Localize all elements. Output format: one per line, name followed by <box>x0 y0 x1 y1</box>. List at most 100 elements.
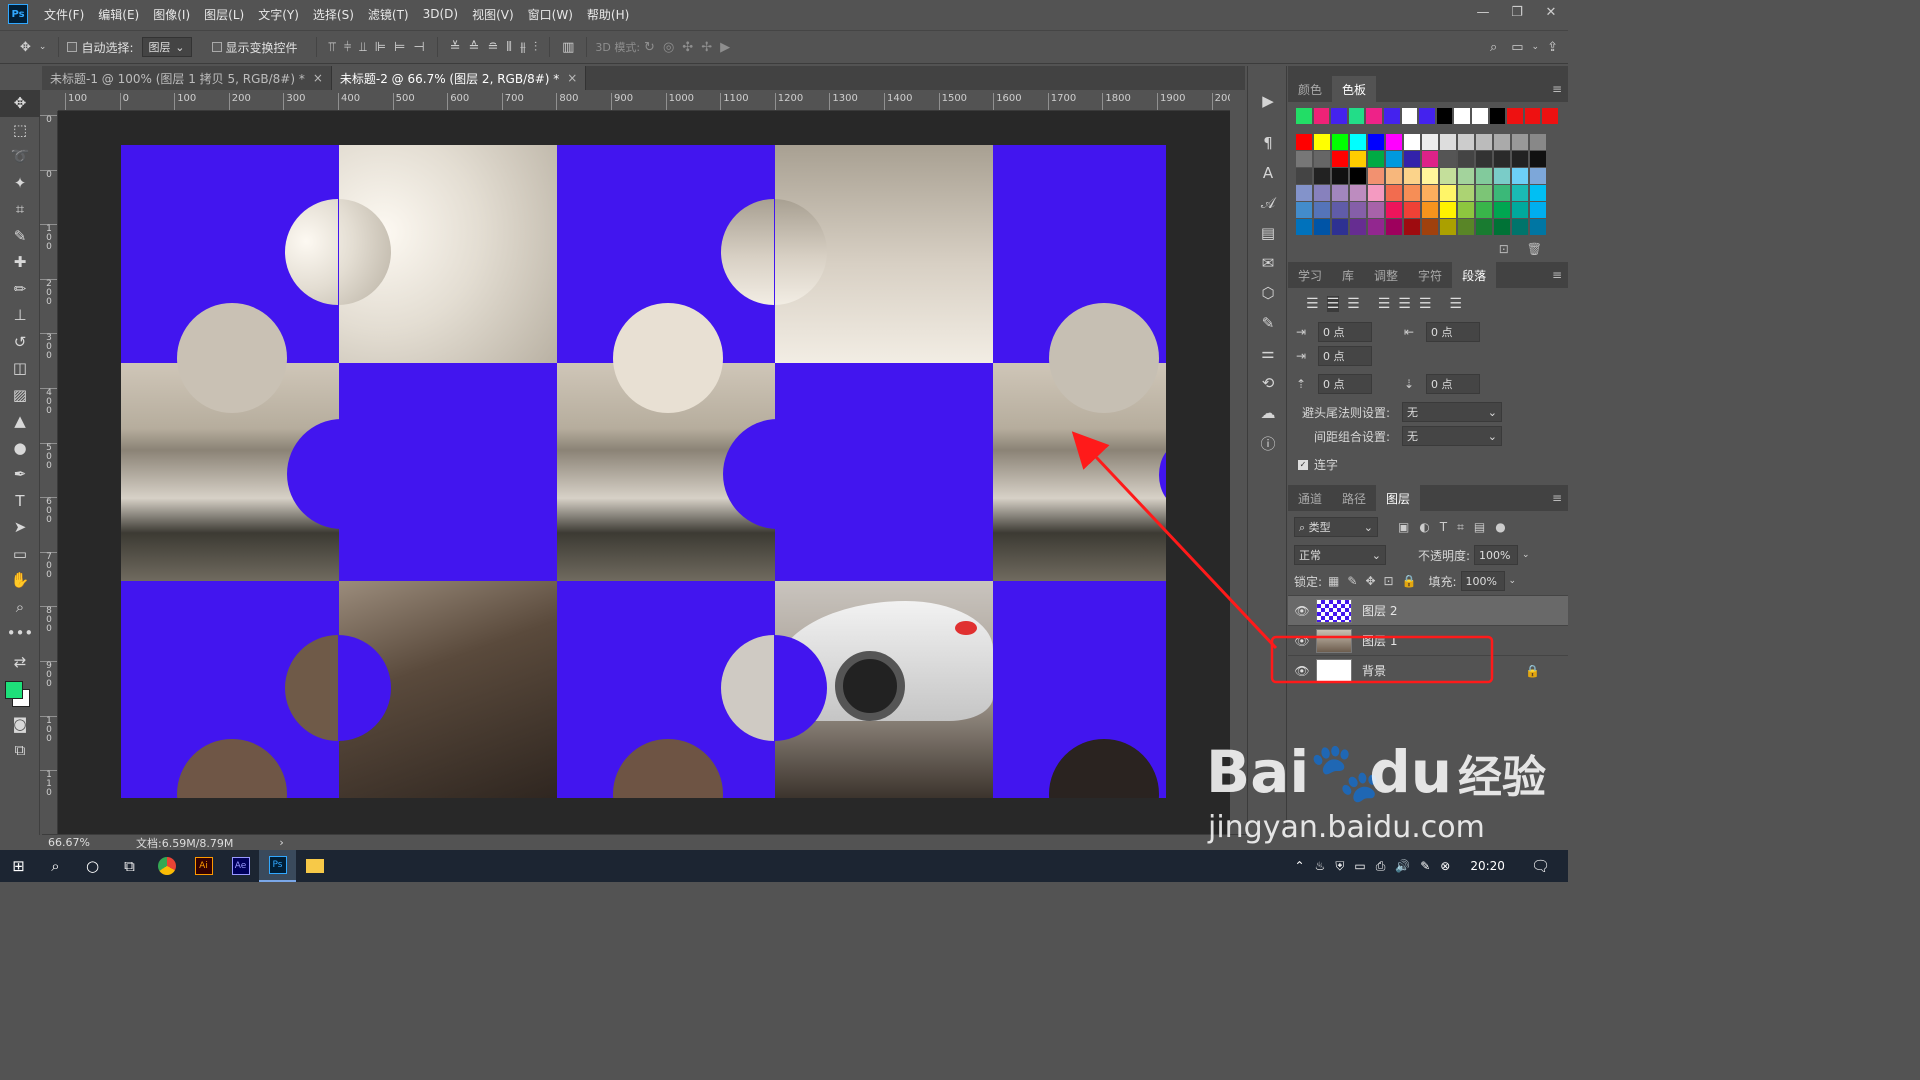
eyedropper-tool-icon[interactable]: ✎ <box>0 223 40 250</box>
color-swatch[interactable] <box>1530 151 1546 167</box>
color-swatch[interactable] <box>1530 202 1546 218</box>
visibility-eye-icon[interactable]: 👁 <box>1288 604 1316 618</box>
color-swatch[interactable] <box>1296 219 1312 235</box>
color-swatch[interactable] <box>1404 168 1420 184</box>
auto-select-dropdown[interactable]: 图层 ⌄ <box>141 37 192 57</box>
color-swatch[interactable] <box>1404 185 1420 201</box>
zoom-tool-icon[interactable]: ⌕ <box>0 594 40 621</box>
color-swatch[interactable] <box>1386 151 1402 167</box>
color-swatch[interactable] <box>1332 134 1348 150</box>
healing-tool-icon[interactable]: ✚ <box>0 249 40 276</box>
menu-edit[interactable]: 编辑(E) <box>98 6 139 23</box>
marquee-tool-icon[interactable]: ⬚ <box>0 117 40 144</box>
justify-center-icon[interactable]: ☰ <box>1398 296 1411 312</box>
color-swatch[interactable] <box>1401 108 1418 124</box>
color-swatch[interactable] <box>1350 219 1366 235</box>
align-vcenter-icon[interactable]: ⫩ <box>344 40 351 55</box>
auto-align-icon[interactable]: ▥ <box>562 40 574 55</box>
panel-menu-icon[interactable]: ≡ <box>1552 82 1562 96</box>
color-swatch[interactable] <box>1350 202 1366 218</box>
layer-filter-dropdown[interactable]: ⌕ 类型 ⌄ <box>1294 517 1378 537</box>
tab-untitled-2[interactable]: 未标题-2 @ 66.7% (图层 2, RGB/8#) * × <box>331 66 587 90</box>
distribute-left-icon[interactable]: ⫴ <box>506 40 511 55</box>
gradient-tool-icon[interactable]: ▨ <box>0 382 40 409</box>
color-swatch[interactable] <box>1476 134 1492 150</box>
tab-channels[interactable]: 通道 <box>1288 485 1332 511</box>
panel-menu-icon[interactable]: ≡ <box>1552 491 1562 505</box>
history-brush-icon[interactable]: ↺ <box>0 329 40 356</box>
color-swatch[interactable] <box>1296 108 1312 124</box>
color-swatch[interactable] <box>1404 219 1420 235</box>
3d-slide-icon[interactable]: ✢ <box>701 40 712 55</box>
color-swatch[interactable] <box>1440 185 1456 201</box>
color-swatch[interactable] <box>1422 151 1438 167</box>
color-swatch[interactable] <box>1512 219 1528 235</box>
color-swatch[interactable] <box>1530 168 1546 184</box>
menu-filter[interactable]: 滤镜(T) <box>368 6 409 23</box>
color-swatch[interactable] <box>1476 151 1492 167</box>
glyphs-icon[interactable]: 𝒜 <box>1248 188 1288 218</box>
menu-window[interactable]: 窗口(W) <box>528 6 573 23</box>
workspace-chevron-icon[interactable]: ⌄ <box>1532 42 1540 52</box>
color-swatch[interactable] <box>1471 108 1488 124</box>
align-center-text-icon[interactable]: ☰ <box>1326 296 1340 312</box>
tab-layers[interactable]: 图层 <box>1376 485 1421 511</box>
file-explorer-icon[interactable] <box>296 850 333 882</box>
distribute-bottom-icon[interactable]: ≘ <box>487 40 498 55</box>
color-swatch[interactable] <box>1476 202 1492 218</box>
move-tool-icon[interactable]: ✥ <box>0 90 40 117</box>
move-tool-icon[interactable]: ✥ <box>20 40 31 55</box>
color-swatch[interactable] <box>1314 168 1330 184</box>
color-swatch[interactable] <box>1404 202 1420 218</box>
menu-3d[interactable]: 3D(D) <box>423 7 458 21</box>
color-swatch[interactable] <box>1383 108 1400 124</box>
color-swatch[interactable] <box>1314 151 1330 167</box>
kinsoku-dropdown[interactable]: 无 ⌄ <box>1402 402 1502 422</box>
color-swatch[interactable] <box>1530 134 1546 150</box>
opacity-chevron-icon[interactable]: ⌄ <box>1522 550 1530 560</box>
color-swatch[interactable] <box>1368 202 1384 218</box>
color-swatches[interactable] <box>0 677 40 711</box>
color-swatch[interactable] <box>1332 219 1348 235</box>
color-swatch[interactable] <box>1422 168 1438 184</box>
hand-tool-icon[interactable]: ✋ <box>0 567 40 594</box>
tab-adjustments[interactable]: 调整 <box>1364 262 1408 288</box>
color-swatch[interactable] <box>1476 185 1492 201</box>
space-after-input[interactable]: 0 点 <box>1426 374 1480 394</box>
path-select-icon[interactable]: ➤ <box>0 514 40 541</box>
justify-right-icon[interactable]: ☰ <box>1419 296 1432 312</box>
color-swatch[interactable] <box>1524 108 1541 124</box>
show-transform-checkbox[interactable] <box>211 42 222 52</box>
screen-mode-icon[interactable]: ⧉ <box>0 737 40 764</box>
3d-rotate-icon[interactable]: ↻ <box>644 40 655 55</box>
trash-icon[interactable]: 🗑 <box>1527 242 1542 262</box>
color-swatch[interactable] <box>1512 202 1528 218</box>
tab-color[interactable]: 颜色 <box>1288 76 1332 102</box>
color-swatch[interactable] <box>1386 219 1402 235</box>
color-swatch[interactable] <box>1296 168 1312 184</box>
actions-play-icon[interactable]: ▶ <box>1248 86 1288 116</box>
fill-input[interactable]: 100% <box>1460 571 1505 591</box>
distribute-right-icon[interactable]: ⫶ <box>534 40 537 55</box>
color-swatch[interactable] <box>1314 219 1330 235</box>
chrome-icon[interactable] <box>148 850 185 882</box>
lock-icons[interactable]: ▦✎✥⊡🔒 <box>1328 574 1424 588</box>
zoom-level[interactable]: 66.67% <box>48 836 128 849</box>
tab-character[interactable]: 字符 <box>1408 262 1452 288</box>
color-swatch[interactable] <box>1422 219 1438 235</box>
hyphenate-checkbox[interactable]: ✓ <box>1298 459 1308 470</box>
color-swatch[interactable] <box>1368 151 1384 167</box>
color-swatch[interactable] <box>1332 168 1348 184</box>
more-tools-icon[interactable]: ••• <box>0 620 40 647</box>
color-swatch[interactable] <box>1530 219 1546 235</box>
tool-preset-chevron-icon[interactable]: ⌄ <box>39 42 47 52</box>
layer-filter-icons[interactable]: ▣◐T⌗▤ <box>1398 520 1495 535</box>
color-swatch[interactable] <box>1350 134 1366 150</box>
color-swatch[interactable] <box>1368 168 1384 184</box>
rectangle-tool-icon[interactable]: ▭ <box>0 541 40 568</box>
system-tray-icons[interactable]: ⌃♨⛨▭⎙🔊✎⊗ <box>1295 859 1461 874</box>
menu-view[interactable]: 视图(V) <box>472 6 514 23</box>
task-view-icon[interactable]: ⧉ <box>111 850 148 882</box>
align-left-icon[interactable]: ⊫ <box>375 40 386 55</box>
color-swatch[interactable] <box>1366 108 1382 124</box>
